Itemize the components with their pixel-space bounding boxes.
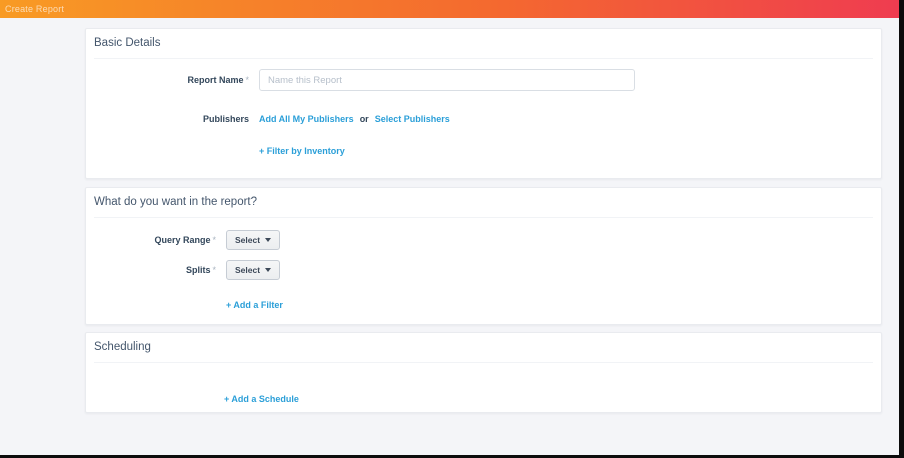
create-report-screen: Create Report Basic Details Report Name*… [0,0,904,458]
query-range-select[interactable]: Select [226,230,280,250]
required-asterisk: * [245,75,249,85]
or-text: or [360,114,369,124]
required-asterisk: * [212,235,216,245]
add-filter-row: + Add a Filter [94,300,881,310]
caret-down-icon [265,268,271,272]
report-content-card: What do you want in the report? Query Ra… [85,187,882,325]
scheduling-card: Scheduling + Add a Schedule [85,332,882,413]
filter-inventory-row: + Filter by Inventory [94,146,881,156]
add-schedule-row: + Add a Schedule [224,389,881,407]
query-range-select-label: Select [235,235,260,245]
add-a-schedule-link[interactable]: + Add a Schedule [224,394,299,404]
section-title-basic-details: Basic Details [94,37,873,59]
required-asterisk: * [212,265,216,275]
query-range-row: Query Range* Select [94,230,881,250]
top-header-bar: Create Report [0,0,899,18]
select-publishers-link[interactable]: Select Publishers [375,114,450,124]
page-title: Create Report [5,4,64,14]
caret-down-icon [265,238,271,242]
screen-border-right [899,0,904,458]
section-title-scheduling: Scheduling [94,341,873,363]
section-title-report-content: What do you want in the report? [94,196,873,218]
publishers-label: Publishers [94,114,249,124]
publishers-row: Publishers Add All My Publishers or Sele… [94,114,881,124]
splits-row: Splits* Select [94,260,881,280]
splits-label-text: Splits [186,265,211,275]
report-name-label: Report Name* [94,75,249,85]
filter-by-inventory-link[interactable]: + Filter by Inventory [259,146,345,156]
report-name-label-text: Report Name [187,75,243,85]
report-name-control [259,69,635,91]
splits-select[interactable]: Select [226,260,280,280]
add-all-publishers-link[interactable]: Add All My Publishers [259,114,354,124]
report-name-row: Report Name* [94,69,881,91]
splits-label: Splits* [94,265,216,275]
basic-details-card: Basic Details Report Name* Publishers Ad… [85,28,882,179]
query-range-label-text: Query Range [154,235,210,245]
splits-select-label: Select [235,265,260,275]
add-a-filter-link[interactable]: + Add a Filter [226,300,283,310]
publishers-links: Add All My Publishers or Select Publishe… [259,114,450,124]
query-range-label: Query Range* [94,235,216,245]
report-name-input[interactable] [259,69,635,91]
